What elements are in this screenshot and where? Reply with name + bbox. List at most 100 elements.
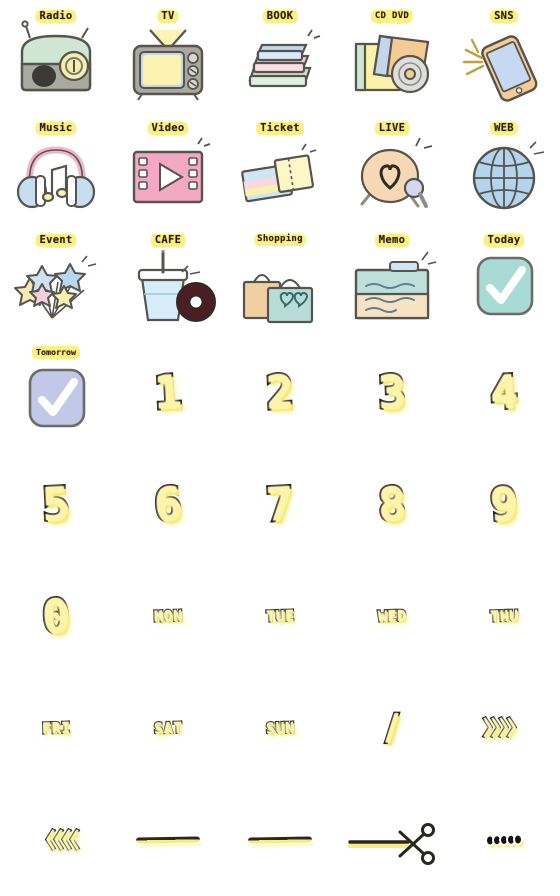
day-mon-art: MON [120,568,216,664]
num-6-glyph: 6 [151,474,185,533]
emoji-cell-day-sat[interactable]: SAT [112,672,224,784]
sns-label: SNS [490,10,518,23]
line-1-art [120,792,216,888]
emoji-cell-arrows-left[interactable]: 〈〈〈〈 [0,784,112,896]
ticket-label: Ticket [256,122,304,135]
num-6-art: 6 [120,456,216,552]
emoji-cell-num-0[interactable]: 0 [0,560,112,672]
sns-art: SNS [456,8,552,104]
cafe-art: CAFE [120,232,216,328]
line-2-glyph [247,836,313,844]
arrows-right-art: 〉〉〉〉 [456,680,552,776]
emoji-cell-live[interactable]: LIVE [336,112,448,224]
slash-glyph: / [384,707,400,748]
emoji-cell-shopping[interactable]: Shopping [224,224,336,336]
dots-glyph [486,835,522,845]
emoji-cell-day-fri[interactable]: FRI [0,672,112,784]
emoji-cell-day-mon[interactable]: MON [112,560,224,672]
emoji-cell-book[interactable]: BOOK [224,0,336,112]
num-9-glyph: 9 [487,474,521,533]
emoji-cell-video[interactable]: Video [112,112,224,224]
cd-dvd-art: CD DVD [344,8,440,104]
emoji-cell-num-9[interactable]: 9 [448,448,560,560]
emoji-cell-event[interactable]: Event [0,224,112,336]
emoji-cell-line-2[interactable] [224,784,336,896]
memo-art: Memo [344,232,440,328]
emoji-cell-num-5[interactable]: 5 [0,448,112,560]
emoji-cell-arrows-right[interactable]: 〉〉〉〉 [448,672,560,784]
emoji-cell-cd-dvd[interactable]: CD DVD [336,0,448,112]
day-sat-art: SAT [120,680,216,776]
num-5-glyph: 5 [39,474,73,533]
num-7-glyph: 7 [263,474,297,533]
book-art: BOOK [232,8,328,104]
shopping-label: Shopping [254,234,306,246]
num-2-art: 2 [232,344,328,440]
shopping-art: Shopping [232,232,328,328]
live-art: LIVE [344,120,440,216]
day-wed-art: WED [344,568,440,664]
arrows-left-art: 〈〈〈〈 [8,792,104,888]
emoji-cell-cut-line[interactable] [336,784,448,896]
num-3-art: 3 [344,344,440,440]
emoji-cell-cafe[interactable]: CAFE [112,224,224,336]
emoji-cell-day-wed[interactable]: WED [336,560,448,672]
arrows-right-glyph: 〉〉〉〉 [482,716,529,741]
day-thu-glyph: THU [488,605,520,626]
today-label: Today [483,234,525,247]
emoji-cell-tv[interactable]: TV [112,0,224,112]
emoji-cell-num-4[interactable]: 4 [448,336,560,448]
num-1-glyph: 1 [151,362,185,421]
tomorrow-art: Tomorrow [8,344,104,440]
day-sun-glyph: SUN [264,717,296,738]
tomorrow-label: Tomorrow [32,346,80,359]
num-0-art: 0 [8,568,104,664]
emoji-cell-tomorrow[interactable]: Tomorrow [0,336,112,448]
emoji-cell-day-sun[interactable]: SUN [224,672,336,784]
num-9-art: 9 [456,456,552,552]
emoji-cell-day-tue[interactable]: TUE [224,560,336,672]
emoji-cell-num-7[interactable]: 7 [224,448,336,560]
day-sun-art: SUN [232,680,328,776]
emoji-cell-sns[interactable]: SNS [448,0,560,112]
emoji-cell-day-thu[interactable]: THU [448,560,560,672]
cut-line-art [344,792,440,888]
day-mon-glyph: MON [152,605,184,626]
book-label: BOOK [262,10,298,23]
cafe-label: CAFE [150,234,186,247]
event-art: Event [8,232,104,328]
line-2-art [232,792,328,888]
web-art: WEB [456,120,552,216]
line-1-glyph [135,836,201,844]
emoji-cell-num-8[interactable]: 8 [336,448,448,560]
emoji-cell-today[interactable]: Today [448,224,560,336]
today-art: Today [456,232,552,328]
emoji-cell-num-6[interactable]: 6 [112,448,224,560]
emoji-cell-num-2[interactable]: 2 [224,336,336,448]
emoji-cell-num-3[interactable]: 3 [336,336,448,448]
day-tue-glyph: TUE [264,605,296,626]
num-8-art: 8 [344,456,440,552]
music-label: Music [35,122,77,135]
emoji-cell-web[interactable]: WEB [448,112,560,224]
emoji-cell-line-1[interactable] [112,784,224,896]
music-art: Music [8,120,104,216]
num-1-art: 1 [120,344,216,440]
emoji-sticker-grid: Radio TV BOOK CD DVD SNS Music Video Tic… [0,0,560,896]
tv-label: TV [157,10,179,23]
radio-art: Radio [8,8,104,104]
emoji-cell-num-1[interactable]: 1 [112,336,224,448]
emoji-cell-dots[interactable] [448,784,560,896]
emoji-cell-music[interactable]: Music [0,112,112,224]
slash-art: / [344,680,440,776]
emoji-cell-memo[interactable]: Memo [336,224,448,336]
day-fri-glyph: FRI [40,717,72,738]
event-label: Event [35,234,77,247]
ticket-art: Ticket [232,120,328,216]
emoji-cell-slash[interactable]: / [336,672,448,784]
emoji-cell-ticket[interactable]: Ticket [224,112,336,224]
emoji-cell-radio[interactable]: Radio [0,0,112,112]
day-thu-art: THU [456,568,552,664]
day-wed-glyph: WED [376,605,408,626]
day-tue-art: TUE [232,568,328,664]
